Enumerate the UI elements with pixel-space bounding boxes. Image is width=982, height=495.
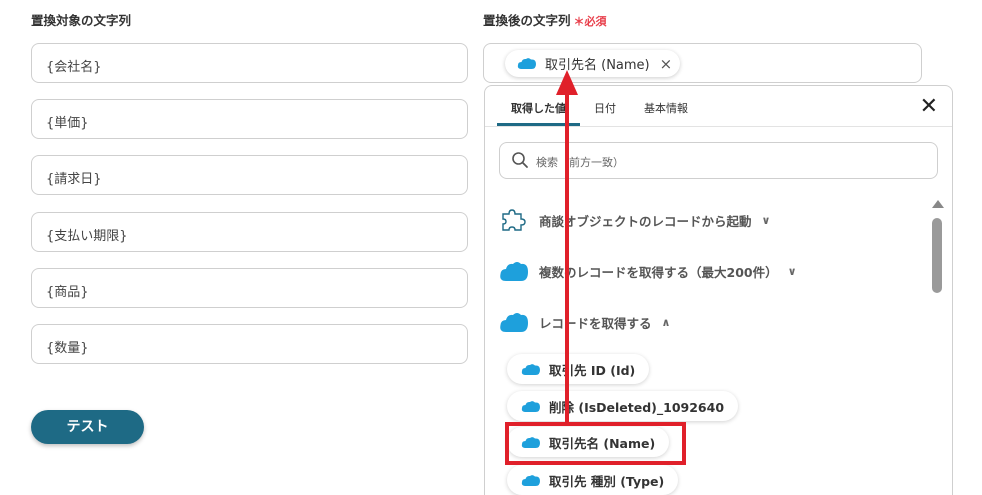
chip-label: 取引先名 (Name) [545, 58, 650, 73]
chevron-up-icon: ∧ [661, 315, 671, 329]
source-field-product[interactable]: {商品} [31, 268, 468, 308]
section-get-multiple-records[interactable]: 複数のレコードを取得する（最大200件） ∨ [499, 259, 797, 283]
chip-remove-icon[interactable]: × [660, 55, 673, 73]
search-input[interactable]: 検索（前方一致） [499, 142, 938, 179]
salesforce-cloud-icon [521, 474, 540, 486]
section-get-record[interactable]: レコードを取得する ∧ [499, 310, 670, 334]
close-icon[interactable]: ✕ [920, 94, 938, 119]
section-label: レコードを取得する [539, 315, 652, 331]
source-string-label: 置換対象の文字列 [31, 13, 132, 28]
section-opportunity-trigger[interactable]: 商談オブジェクトのレコードから起動 ∨ [499, 208, 770, 232]
salesforce-cloud-icon [521, 363, 540, 375]
replacement-label-text: 置換後の文字列 [483, 13, 571, 28]
scrollbar-thumb[interactable] [932, 218, 942, 293]
item-label: 取引先 種別 (Type) [549, 473, 665, 489]
source-field-due-date[interactable]: {支払い期限} [31, 212, 468, 252]
scroll-up-arrow-icon[interactable] [932, 200, 944, 208]
list-item-is-deleted[interactable]: 削除 (IsDeleted)_1092640 [507, 391, 739, 421]
section-label: 商談オブジェクトのレコードから起動 [539, 213, 752, 229]
salesforce-cloud-icon [500, 313, 528, 332]
tab-basic-info[interactable]: 基本情報 [630, 86, 702, 126]
salesforce-cloud-icon [500, 262, 528, 281]
chevron-down-icon: ∨ [787, 264, 797, 278]
source-field-quantity[interactable]: {数量} [31, 324, 468, 364]
salesforce-cloud-icon [521, 400, 540, 412]
tab-date[interactable]: 日付 [580, 86, 630, 126]
scrollbar[interactable] [931, 196, 944, 495]
puzzle-icon [502, 209, 526, 231]
item-label: 取引先 ID (Id) [549, 362, 636, 378]
test-button[interactable]: テスト [31, 410, 144, 444]
item-label: 削除 (IsDeleted)_1092640 [549, 399, 725, 415]
replacement-string-label: 置換後の文字列 ＊必須 [483, 10, 607, 29]
required-badge: ＊必須 [573, 15, 607, 28]
chevron-down-icon: ∨ [761, 213, 771, 227]
selected-value-chip[interactable]: 取引先名 (Name) × [505, 50, 681, 77]
search-icon [512, 152, 528, 168]
section-label: 複数のレコードを取得する（最大200件） [539, 264, 778, 280]
source-field-invoice-date[interactable]: {請求日} [31, 155, 468, 195]
list-item-account-type[interactable]: 取引先 種別 (Type) [507, 465, 679, 495]
list-item-account-id[interactable]: 取引先 ID (Id) [507, 354, 650, 384]
tabs-divider [485, 126, 952, 127]
source-field-unit-price[interactable]: {単価} [31, 99, 468, 139]
highlight-box [505, 422, 686, 465]
picker-tabs: 取得した値 日付 基本情報 [497, 86, 702, 126]
salesforce-cloud-icon [517, 58, 536, 69]
source-field-company[interactable]: {会社名} [31, 43, 468, 83]
tab-retrieved-values[interactable]: 取得した値 [497, 86, 580, 126]
